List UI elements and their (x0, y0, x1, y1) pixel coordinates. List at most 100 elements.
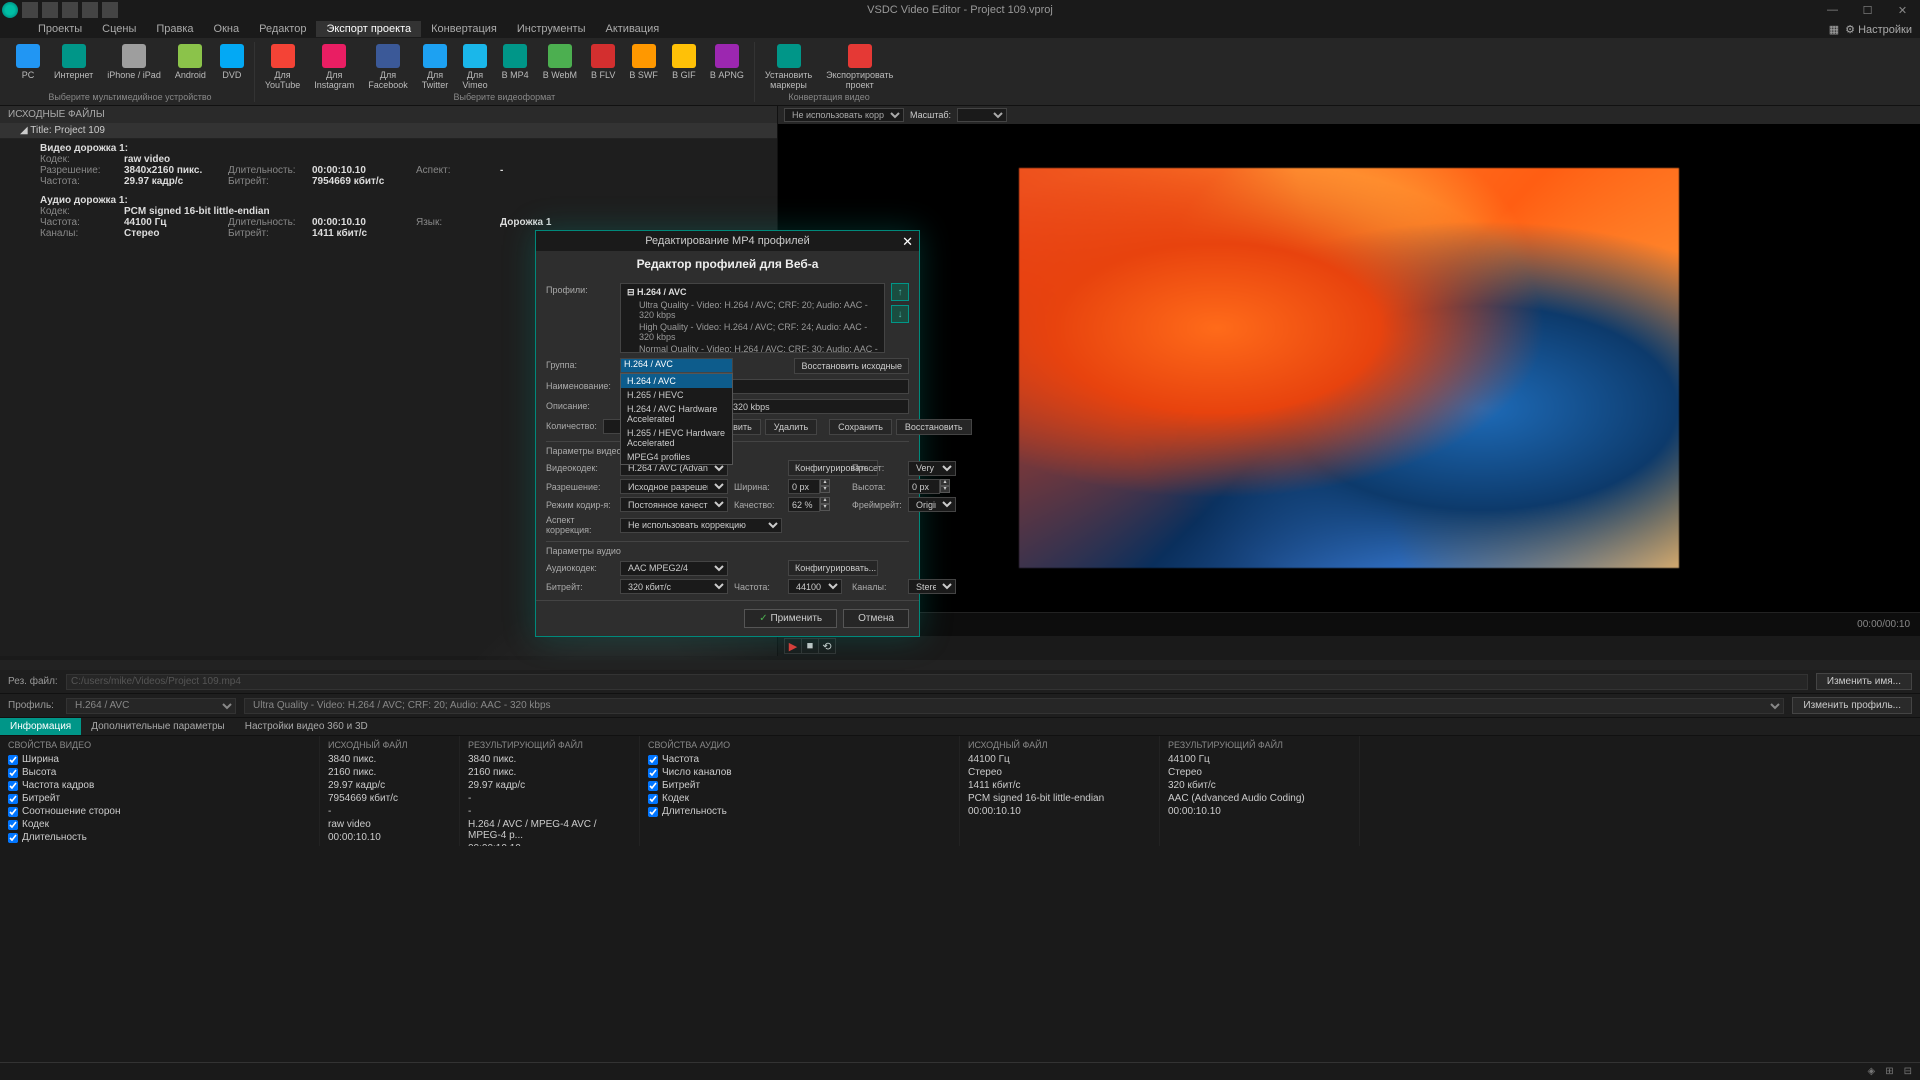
profiles-listbox[interactable]: ⊟ H.264 / AVCUltra Quality - Video: H.26… (620, 283, 885, 353)
play-button[interactable]: ▶ (784, 638, 802, 654)
correction-combo[interactable]: Не использовать коррек (784, 108, 904, 122)
ribbon-btn[interactable]: iPhone / iPad (101, 42, 167, 82)
prop-checkbox[interactable] (648, 755, 658, 765)
quality-spinner[interactable]: ▴▾ (788, 497, 846, 512)
acodec-config-button[interactable]: Конфигурировать... (788, 560, 878, 576)
result-file-path[interactable] (66, 674, 1808, 690)
change-name-button[interactable]: Изменить имя... (1816, 673, 1912, 690)
menu-convert[interactable]: Конвертация (421, 21, 507, 37)
dropdown-option[interactable]: H.265 / HEVC Hardware Accelerated (621, 426, 732, 450)
restore-defaults-button[interactable]: Восстановить исходные (794, 358, 909, 374)
scrollbar-horizontal[interactable] (0, 660, 1920, 670)
qat-open-icon[interactable] (42, 2, 58, 18)
delete-button[interactable]: Удалить (765, 419, 817, 435)
prop-checkbox[interactable] (648, 781, 658, 791)
change-profile-button[interactable]: Изменить профиль... (1792, 697, 1912, 714)
profile-group-combo[interactable]: H.264 / AVC (66, 698, 236, 714)
ribbon-btn[interactable]: В GIF (666, 42, 702, 92)
dropdown-option[interactable]: H.264 / AVC (621, 374, 732, 388)
status-icon-3[interactable]: ⊟ (1904, 1066, 1912, 1077)
settings-link[interactable]: ⚙ Настройки (1845, 23, 1912, 36)
framerate-combo[interactable]: Original (908, 497, 956, 512)
dropdown-option[interactable]: H.265 / HEVC (621, 388, 732, 402)
ribbon-btn[interactable]: PC (10, 42, 46, 82)
menu-windows[interactable]: Окна (204, 21, 250, 37)
ribbon-btn[interactable]: Интернет (48, 42, 99, 82)
dialog-titlebar[interactable]: Редактирование MP4 профилей ✕ (536, 231, 919, 251)
ribbon-btn[interactable]: В APNG (704, 42, 750, 92)
minimize-button[interactable]: — (1815, 0, 1850, 20)
scale-label: Масштаб: (910, 110, 951, 120)
tab-advanced[interactable]: Дополнительные параметры (81, 718, 234, 735)
prop-checkbox[interactable] (648, 794, 658, 804)
ribbon-btn[interactable]: ДляTwitter (416, 42, 455, 92)
ribbon-btn[interactable]: Экспортироватьпроект (820, 42, 899, 92)
aspect-combo[interactable]: Не использовать коррекцию (620, 518, 782, 533)
menu-export[interactable]: Экспорт проекта (316, 21, 421, 37)
group-combo[interactable]: H.264 / AVC (620, 358, 733, 373)
ribbon-btn[interactable]: ДляInstagram (308, 42, 360, 92)
height-spinner[interactable]: ▴▾ (908, 479, 956, 494)
timeline-strip[interactable]: 00:00/00:10 (778, 612, 1920, 636)
layout-icon[interactable]: ▦ (1829, 23, 1839, 36)
prop-checkbox[interactable] (8, 807, 18, 817)
move-up-button[interactable]: ↑ (891, 283, 909, 301)
move-down-button[interactable]: ↓ (891, 305, 909, 323)
prop-checkbox[interactable] (648, 807, 658, 817)
abitrate-combo[interactable]: 320 кбит/с (620, 579, 728, 594)
status-icon-2[interactable]: ⊞ (1885, 1066, 1893, 1077)
ribbon-btn[interactable]: В WebM (537, 42, 583, 92)
ribbon-btn[interactable]: ДляVimeo (456, 42, 493, 92)
width-spinner[interactable]: ▴▾ (788, 479, 846, 494)
ribbon-btn[interactable]: DVD (214, 42, 250, 82)
dropdown-option[interactable]: MPEG4 profiles (621, 450, 732, 464)
qat-new-icon[interactable] (22, 2, 38, 18)
ribbon-btn[interactable]: В MP4 (496, 42, 535, 92)
achannels-combo[interactable]: Stereo (908, 579, 956, 594)
ribbon-btn[interactable]: В FLV (585, 42, 621, 92)
dialog-close-button[interactable]: ✕ (902, 234, 913, 250)
menu-editor[interactable]: Редактор (249, 21, 316, 37)
preset-combo[interactable]: Very fast (908, 461, 956, 476)
profile-name-combo[interactable]: Ultra Quality - Video: H.264 / AVC; CRF:… (244, 698, 1784, 714)
mode-combo[interactable]: Постоянное качество (CRF) (620, 497, 728, 512)
ribbon-btn[interactable]: В SWF (623, 42, 664, 92)
project-title-row[interactable]: ◢ Title: Project 109 (0, 123, 777, 139)
dropdown-option[interactable]: H.264 / AVC Hardware Accelerated (621, 402, 732, 426)
qat-undo-icon[interactable] (82, 2, 98, 18)
tab-info[interactable]: Информация (0, 718, 81, 735)
qat-redo-icon[interactable] (102, 2, 118, 18)
tab-360[interactable]: Настройки видео 360 и 3D (235, 718, 378, 735)
afreq-combo[interactable]: 44100 Гц (788, 579, 842, 594)
scale-combo[interactable] (957, 108, 1007, 122)
menu-activation[interactable]: Активация (595, 21, 669, 37)
cancel-button[interactable]: Отмена (843, 609, 909, 628)
prop-checkbox[interactable] (8, 794, 18, 804)
ribbon-btn[interactable]: ДляFacebook (362, 42, 414, 92)
video-props-col: СВОЙСТВА ВИДЕО ШиринаВысотаЧастота кадро… (0, 736, 320, 846)
status-icon-1[interactable]: ◈ (1868, 1066, 1876, 1077)
menu-projects[interactable]: Проекты (28, 21, 92, 37)
qat-save-icon[interactable] (62, 2, 78, 18)
save-button[interactable]: Сохранить (829, 419, 892, 435)
menu-tools[interactable]: Инструменты (507, 21, 596, 37)
ribbon-btn[interactable]: ДляYouTube (259, 42, 306, 92)
stop-button[interactable]: ■ (801, 638, 819, 654)
loop-button[interactable]: ⟲ (818, 638, 836, 654)
apply-button[interactable]: Применить (744, 609, 837, 628)
close-button[interactable]: ✕ (1885, 0, 1920, 20)
restore-button[interactable]: Восстановить (896, 419, 972, 435)
ribbon-btn[interactable]: Установитьмаркеры (759, 42, 818, 92)
menu-scenes[interactable]: Сцены (92, 21, 146, 37)
prop-checkbox[interactable] (8, 755, 18, 765)
prop-checkbox[interactable] (648, 768, 658, 778)
menu-edit[interactable]: Правка (146, 21, 203, 37)
prop-checkbox[interactable] (8, 781, 18, 791)
prop-checkbox[interactable] (8, 820, 18, 830)
acodec-combo[interactable]: AAC MPEG2/4 (620, 561, 728, 576)
maximize-button[interactable]: ☐ (1850, 0, 1885, 20)
prop-checkbox[interactable] (8, 768, 18, 778)
ribbon-btn[interactable]: Android (169, 42, 212, 82)
prop-checkbox[interactable] (8, 833, 18, 843)
resolution-combo[interactable]: Исходное разрешение (620, 479, 728, 494)
